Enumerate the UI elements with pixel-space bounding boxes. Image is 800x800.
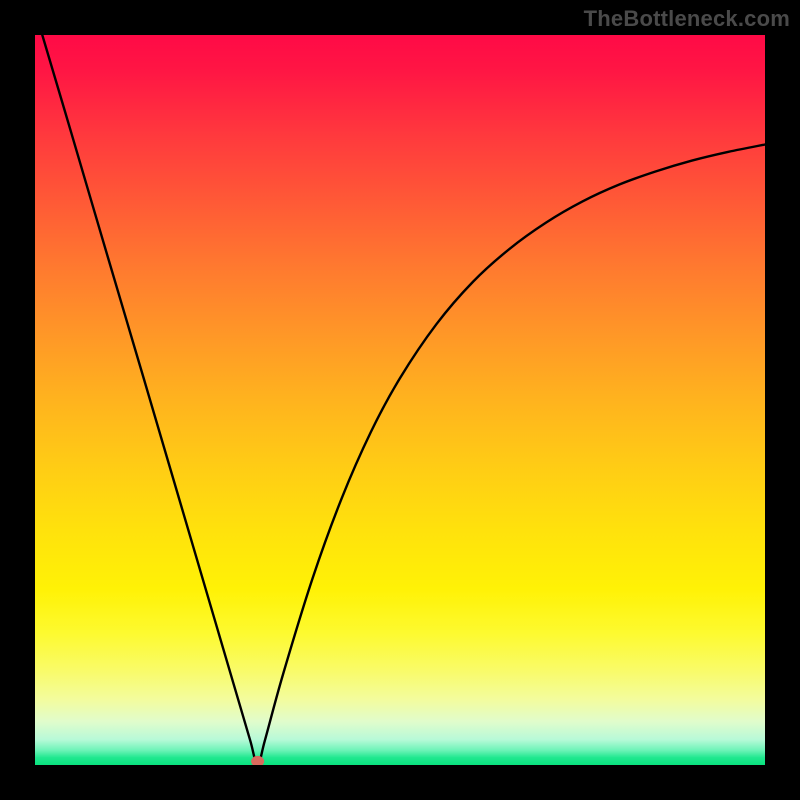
- chart-frame: TheBottleneck.com: [0, 0, 800, 800]
- bottleneck-curve: [42, 35, 765, 765]
- watermark-text: TheBottleneck.com: [584, 6, 790, 32]
- curve-layer: [35, 35, 765, 765]
- plot-area: [35, 35, 765, 765]
